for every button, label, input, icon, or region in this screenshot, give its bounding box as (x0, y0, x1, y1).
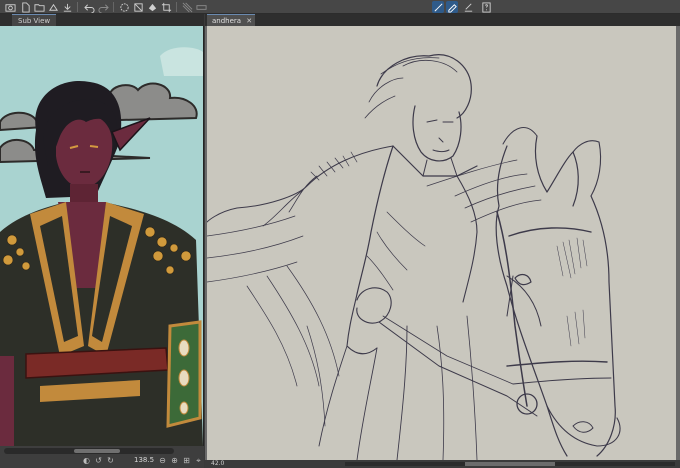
fill-icon[interactable] (146, 1, 158, 13)
reference-image[interactable] (0, 26, 203, 446)
export-icon[interactable] (61, 1, 73, 13)
sub-view-tab[interactable]: Sub View (12, 14, 57, 26)
transform-icon[interactable] (132, 1, 144, 13)
drawing-canvas[interactable] (207, 26, 676, 460)
sub-view-controls: ◐ ↺ ↻ (82, 456, 115, 465)
crop-icon[interactable] (160, 1, 172, 13)
redo-icon[interactable] (97, 1, 109, 13)
open-icon[interactable] (33, 1, 45, 13)
canvas-tabbar: andhera ✕ (205, 14, 680, 26)
camera-icon[interactable] (4, 1, 16, 13)
pen-icon[interactable] (446, 1, 458, 13)
canvas-document-tab[interactable]: andhera ✕ (207, 14, 256, 26)
sub-view-panel: Sub View ◐ ↺ ↻ 138.5 ⊖ ⊕ ⊞ ⌖ (0, 14, 204, 468)
rotate-left-icon[interactable]: ↺ (94, 456, 103, 465)
zoom-in-button-icon[interactable]: ⊕ (170, 456, 179, 465)
canvas-scroll-thumb[interactable] (465, 462, 555, 466)
snap-icon[interactable] (432, 1, 444, 13)
new-icon[interactable] (19, 1, 31, 13)
help-icon[interactable] (480, 1, 492, 13)
edit-icon[interactable] (462, 1, 474, 13)
canvas-statusbar: 42.0 (205, 460, 680, 468)
undo-icon[interactable] (83, 1, 95, 13)
canvas-scrollbar[interactable] (345, 462, 675, 466)
grid-icon[interactable] (181, 1, 193, 13)
clip-studio-window: Sub View ◐ ↺ ↻ 138.5 ⊖ ⊕ ⊞ ⌖ andhera ✕ 4… (0, 0, 680, 468)
zoom-out-icon[interactable]: ◐ (82, 456, 91, 465)
clear-icon[interactable] (118, 1, 130, 13)
sub-view-zoom-value[interactable]: 138.5 (134, 456, 154, 464)
scroll-thumb[interactable] (74, 449, 120, 453)
canvas-zoom-value[interactable]: 42.0 (211, 460, 224, 467)
zoom-out-button-icon[interactable]: ⊖ (158, 456, 167, 465)
fit-icon[interactable]: ⊞ (182, 456, 191, 465)
canvas-tab-label: andhera (212, 17, 242, 25)
sub-view-tabbar: Sub View (0, 14, 204, 26)
ruler-icon[interactable] (195, 1, 207, 13)
rotate-right-icon[interactable]: ↻ (106, 456, 115, 465)
eyedropper-icon[interactable]: ⌖ (194, 456, 203, 465)
command-bar (0, 0, 680, 14)
save-icon[interactable] (47, 1, 59, 13)
sub-view-scrollbar[interactable] (4, 448, 174, 454)
sub-view-footer: ◐ ↺ ↻ 138.5 ⊖ ⊕ ⊞ ⌖ (0, 446, 204, 468)
